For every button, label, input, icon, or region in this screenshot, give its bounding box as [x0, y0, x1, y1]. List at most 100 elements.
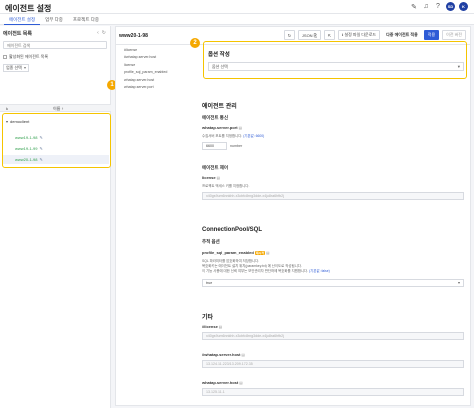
prev-version-button[interactable]: 이전 버전	[442, 30, 466, 40]
option-select[interactable]: 옵션 선택	[208, 62, 464, 71]
sql-param-desc-3-text: 이 기능 사용에 대한 신뢰 여부는 보안관리자 판단하에 복호화를 지원합니다…	[202, 269, 309, 273]
config-key-item[interactable]: license	[124, 62, 189, 69]
host-hash-label: #whatap.server.host▤	[202, 352, 245, 357]
doc-icon[interactable]: ▤	[239, 126, 242, 130]
host-hash-input[interactable]: 13.124.11.223/13.209.172.35	[202, 360, 464, 368]
edit-icon[interactable]: ✎	[39, 146, 42, 151]
copy-icon: ⎘	[313, 32, 317, 38]
bell-icon[interactable]: ♫	[422, 3, 430, 11]
download-icon: ⭳	[341, 31, 344, 37]
step-badge-2: 2	[190, 38, 200, 48]
col-k-header[interactable]: k	[6, 106, 8, 111]
config-key-item[interactable]: whatap.server.host	[124, 77, 189, 84]
sql-param-label: profile_sql_param_enabled 재시작 ▤	[202, 250, 269, 255]
tab-project-multi[interactable]: 프로젝트 다중	[68, 14, 104, 25]
doc-icon[interactable]: ▤	[241, 353, 244, 357]
json-button[interactable]: JSON ⎘	[297, 30, 321, 40]
config-key-list: #license #whatap.server.host license pro…	[124, 47, 189, 91]
host-label-text: whatap.server.host	[202, 380, 239, 385]
sql-param-select[interactable]: true	[202, 279, 464, 287]
tree-item-label: www19-1-99	[15, 146, 38, 151]
tree-item-label: www19-1-98	[15, 135, 38, 140]
download-button[interactable]: ⭳ 설정 파일 다운로드	[337, 30, 381, 40]
tab-task-multi[interactable]: 업무 다중	[40, 14, 68, 25]
config-form: 옵션 작성 옵션 선택 에이전트 관리 에이전트 통신 whatap.serve…	[202, 41, 468, 405]
port-default-link[interactable]: (기본값: 6600)	[243, 134, 264, 138]
host-label: whatap.server.host▤	[202, 380, 243, 385]
header-actions: ↻ JSON ⎘ ⇱ ⭳ 설정 파일 다운로드 다중 에이전트 적용 적용 이전…	[283, 30, 466, 40]
tree-item[interactable]: www19-1-99 ✎	[3, 144, 109, 153]
top-bar: 에이전트 설정 ✎ ♫ ? SD K	[0, 0, 474, 14]
agent-search-input[interactable]	[3, 41, 107, 49]
active-agents-checkbox[interactable]	[3, 55, 7, 59]
active-agents-toggle[interactable]: 활성화된 에이전트 목록	[3, 54, 48, 60]
edit-icon[interactable]: ✎	[39, 157, 42, 162]
restart-tag: 재시작	[254, 251, 266, 255]
agent-name: www20-1-98	[119, 33, 148, 39]
help-icon[interactable]: ?	[434, 3, 442, 11]
category-select[interactable]: 업종 선택	[3, 64, 29, 72]
port-desc-text: 수집서버 포트를 지정합니다.	[202, 134, 243, 138]
tree-item[interactable]: www19-1-98 ✎	[3, 133, 109, 142]
download-label: 설정 파일 다운로드	[344, 32, 377, 37]
port-unit: number	[230, 144, 243, 148]
config-key-item[interactable]: #whatap.server.host	[124, 54, 189, 61]
tab-agent-settings[interactable]: 에이전트 설정	[4, 14, 41, 25]
agent-table-header: k 이름 ↑	[0, 104, 111, 112]
license-label-text: license	[202, 175, 216, 180]
host-input[interactable]: 13.125.11.1	[202, 388, 464, 396]
option-title: 옵션 작성	[208, 52, 230, 58]
sql-param-default-link[interactable]: (기본값: false)	[309, 269, 330, 273]
doc-icon[interactable]: ▤	[266, 251, 269, 255]
agent-mgmt-title: 에이전트 관리	[202, 104, 237, 110]
port-label-text: whatap.server.port	[202, 125, 238, 130]
config-key-item[interactable]: #license	[124, 47, 189, 54]
group-label: democlient	[10, 119, 30, 124]
license-hash-input[interactable]: x40gs9um6nnkhh-x3cbfc8rng3dde-x4ju8ra6hf…	[202, 332, 464, 340]
collapse-icon[interactable]: ‹	[97, 30, 99, 36]
sidebar-tools: ‹ ↻	[97, 30, 106, 36]
agent-comm-title: 에이전트 통신	[202, 115, 229, 120]
agent-control-title: 에이전트 제어	[202, 165, 229, 170]
page-title: 에이전트 설정	[5, 4, 52, 13]
palette-icon[interactable]: ✎	[410, 3, 418, 11]
config-key-item[interactable]: profile_sql_param_enabled	[124, 69, 189, 76]
agent-list-title: 에이전트 목록	[3, 31, 32, 37]
sql-param-label-text: profile_sql_param_enabled	[202, 250, 254, 255]
trace-option-title: 추적 옵션	[202, 239, 220, 244]
tab-bar: 에이전트 설정 업무 다중 프로젝트 다중	[0, 14, 474, 25]
tree-item-selected[interactable]: www20-1-98 ✎	[3, 155, 109, 164]
caret-down-icon[interactable]: ▾	[6, 119, 8, 124]
refresh-button[interactable]: ↻	[283, 30, 295, 40]
doc-icon[interactable]: ▤	[219, 325, 222, 329]
edit-icon[interactable]: ✎	[39, 135, 42, 140]
refresh-icon[interactable]: ↻	[102, 30, 106, 36]
agent-list-panel: 에이전트 목록 ‹ ↻ 활성화된 에이전트 목록 업종 선택 k 이름 ↑ ▾ …	[0, 26, 111, 408]
doc-icon[interactable]: ▤	[239, 381, 242, 385]
tree-group[interactable]: ▾ democlient	[3, 117, 109, 126]
org-avatar[interactable]: SD	[446, 2, 455, 11]
apply-button[interactable]: 적용	[423, 30, 440, 40]
export-button[interactable]: ⇱	[323, 30, 335, 40]
agent-config-panel: www20-1-98 ↻ JSON ⎘ ⇱ ⭳ 설정 파일 다운로드 다중 에이…	[115, 26, 471, 406]
license-label: license▤	[202, 175, 220, 180]
col-name-header[interactable]: 이름 ↑	[53, 106, 63, 112]
top-icons: ✎ ♫ ? SD K	[410, 2, 468, 11]
user-avatar[interactable]: K	[459, 2, 468, 11]
port-desc: 수집서버 포트를 지정합니다. (기본값: 6600)	[202, 133, 264, 138]
multi-apply-button[interactable]: 다중 에이전트 적용	[383, 30, 421, 40]
agent-tree: ▾ democlient www19-1-98 ✎ www19-1-99 ✎ w…	[2, 113, 111, 168]
connection-pool-title: ConnectionPool/SQL	[202, 227, 262, 233]
license-hash-label: #license▤	[202, 324, 222, 329]
host-hash-label-text: #whatap.server.host	[202, 352, 241, 357]
active-agents-label: 활성화된 에이전트 목록	[9, 54, 49, 59]
license-input[interactable]: x40gs9um6nnkhh-x3cbfc8rng3dde-x4ju8ra6hf…	[202, 192, 464, 200]
port-input[interactable]: 6600	[202, 142, 227, 150]
license-desc: 프로젝트 액세스 키를 지정합니다.	[202, 184, 250, 188]
doc-icon[interactable]: ▤	[217, 176, 220, 180]
config-key-item[interactable]: whatap.server.port	[124, 84, 189, 91]
port-label: whatap.server.port▤	[202, 125, 242, 130]
sql-param-desc-3: 이 기능 사용에 대한 신뢰 여부는 보안관리자 판단하에 복호화를 지원합니다…	[202, 268, 330, 273]
option-write-section: 옵션 작성 옵션 선택	[203, 41, 467, 79]
license-hash-label-text: #license	[202, 324, 218, 329]
